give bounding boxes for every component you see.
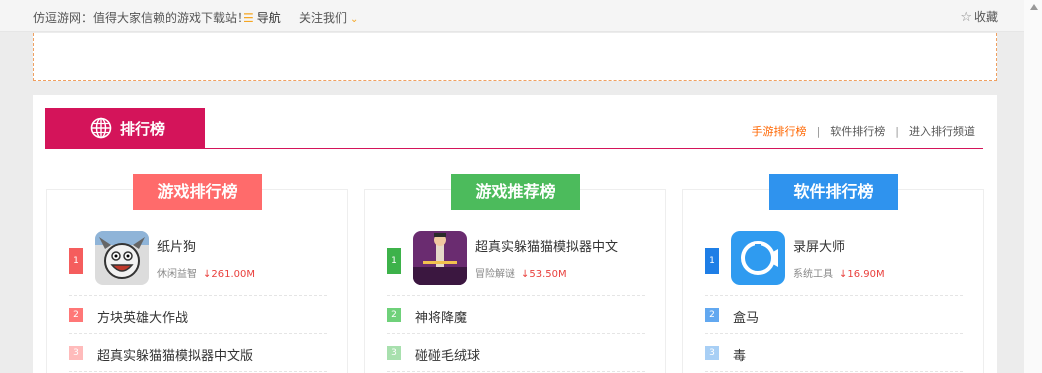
top-bar: 仿逗游网：值得大家信赖的游戏下载站！ ☰ 导航 关注我们 ⌄ ☆ 收藏 (0, 0, 1024, 32)
item-name[interactable]: 盒马 (733, 307, 759, 326)
app-meta: 系统工具 ↓16.90M (793, 265, 885, 280)
top-list-item[interactable]: 1 纸片狗 休闲益智 ↓261.00M (69, 230, 327, 296)
column-title: 软件排行榜 (769, 174, 898, 210)
app-icon-paper-dog[interactable] (95, 231, 149, 285)
rank-badge: 2 (69, 308, 83, 322)
app-name[interactable]: 录屏大师 (793, 236, 845, 255)
favorite-label: 收藏 (973, 10, 998, 24)
game-recommend-column: 游戏推荐榜 1 超真实躲猫猫模拟器中文 冒险解谜 ↓53.50M 2 神将降魔 3… (364, 174, 666, 373)
link-software-rank[interactable]: 软件排行榜 (830, 125, 885, 138)
link-mobile-game-rank[interactable]: 手游排行榜 (752, 125, 807, 138)
app-size: 16.90M (847, 269, 885, 280)
link-rank-channel[interactable]: 进入排行频道 (909, 125, 975, 138)
rank-badge: 3 (387, 346, 401, 360)
rank-panel: 排行榜 手游排行榜 | 软件排行榜 | 进入排行频道 游戏排行榜 1 纸片狗 休闲益 (33, 95, 997, 373)
top-list-item[interactable]: 1 超真实躲猫猫模拟器中文 冒险解谜 ↓53.50M (387, 230, 645, 296)
list-item[interactable]: 3 超真实躲猫猫模拟器中文版 (69, 335, 327, 372)
app-icon-screen-recorder[interactable] (731, 231, 785, 285)
app-icon-hide-and-seek[interactable] (413, 231, 467, 285)
nav-label: 导航 (256, 11, 281, 25)
software-rank-column: 软件排行榜 1 录屏大师 系统工具 ↓16.90M 2 盒马 3 毒 (682, 174, 984, 373)
column-title: 游戏排行榜 (133, 174, 262, 210)
rank-badge: 3 (705, 346, 719, 360)
app-category: 系统工具 (793, 269, 833, 280)
app-category: 休闲益智 (157, 269, 197, 280)
scroll-up-icon[interactable] (1030, 4, 1038, 10)
app-size: 261.00M (211, 269, 256, 280)
app-meta: 休闲益智 ↓261.00M (157, 265, 255, 280)
item-name[interactable]: 毒 (733, 345, 746, 364)
column-title: 游戏推荐榜 (451, 174, 580, 210)
game-rank-column: 游戏排行榜 1 纸片狗 休闲益智 ↓261.00M 2 方块英雄大作战 3 超真… (46, 174, 348, 373)
item-name[interactable]: 神将降魔 (415, 307, 467, 326)
list-item[interactable]: 3 碰碰毛绒球 (387, 335, 645, 372)
list-item[interactable]: 2 方块英雄大作战 (69, 297, 327, 334)
app-name[interactable]: 纸片狗 (157, 236, 196, 255)
item-name[interactable]: 超真实躲猫猫模拟器中文版 (97, 345, 253, 364)
rank-badge: 2 (705, 308, 719, 322)
rank-badge: 1 (69, 248, 83, 274)
site-slogan: 仿逗游网：值得大家信赖的游戏下载站！ (33, 11, 250, 25)
top-list-item[interactable]: 1 录屏大师 系统工具 ↓16.90M (705, 230, 963, 296)
rank-badge: 2 (387, 308, 401, 322)
rank-badge: 3 (69, 346, 83, 360)
link-divider: | (895, 125, 899, 138)
scrollbar[interactable] (1024, 0, 1042, 373)
app-size: 53.50M (529, 269, 567, 280)
list-item[interactable]: 2 盒马 (705, 297, 963, 334)
star-icon: ☆ (960, 10, 972, 25)
app-name[interactable]: 超真实躲猫猫模拟器中文 (475, 236, 618, 255)
follow-us-dropdown[interactable]: 关注我们 ⌄ (299, 9, 358, 26)
ad-placeholder (33, 33, 997, 81)
link-divider: | (816, 125, 821, 138)
list-item[interactable]: 2 神将降魔 (387, 297, 645, 334)
rank-badge: 1 (705, 248, 719, 274)
follow-label: 关注我们 (299, 11, 348, 25)
favorite-button[interactable]: ☆ 收藏 (960, 8, 998, 25)
globe-icon (90, 117, 112, 139)
app-meta: 冒险解谜 ↓53.50M (475, 265, 567, 280)
rank-tab-label: 排行榜 (120, 120, 166, 138)
chevron-down-icon: ⌄ (350, 14, 359, 25)
app-category: 冒险解谜 (475, 269, 515, 280)
list-item[interactable]: 3 毒 (705, 335, 963, 372)
item-name[interactable]: 方块英雄大作战 (97, 307, 188, 326)
nav-menu-button[interactable]: ☰ 导航 (243, 9, 281, 26)
rank-header: 排行榜 手游排行榜 | 软件排行榜 | 进入排行频道 (45, 108, 983, 149)
rank-links: 手游排行榜 | 软件排行榜 | 进入排行频道 (752, 123, 975, 139)
rank-tab[interactable]: 排行榜 (45, 108, 205, 148)
rank-badge: 1 (387, 248, 401, 274)
item-name[interactable]: 碰碰毛绒球 (415, 345, 480, 364)
menu-icon: ☰ (243, 11, 254, 25)
